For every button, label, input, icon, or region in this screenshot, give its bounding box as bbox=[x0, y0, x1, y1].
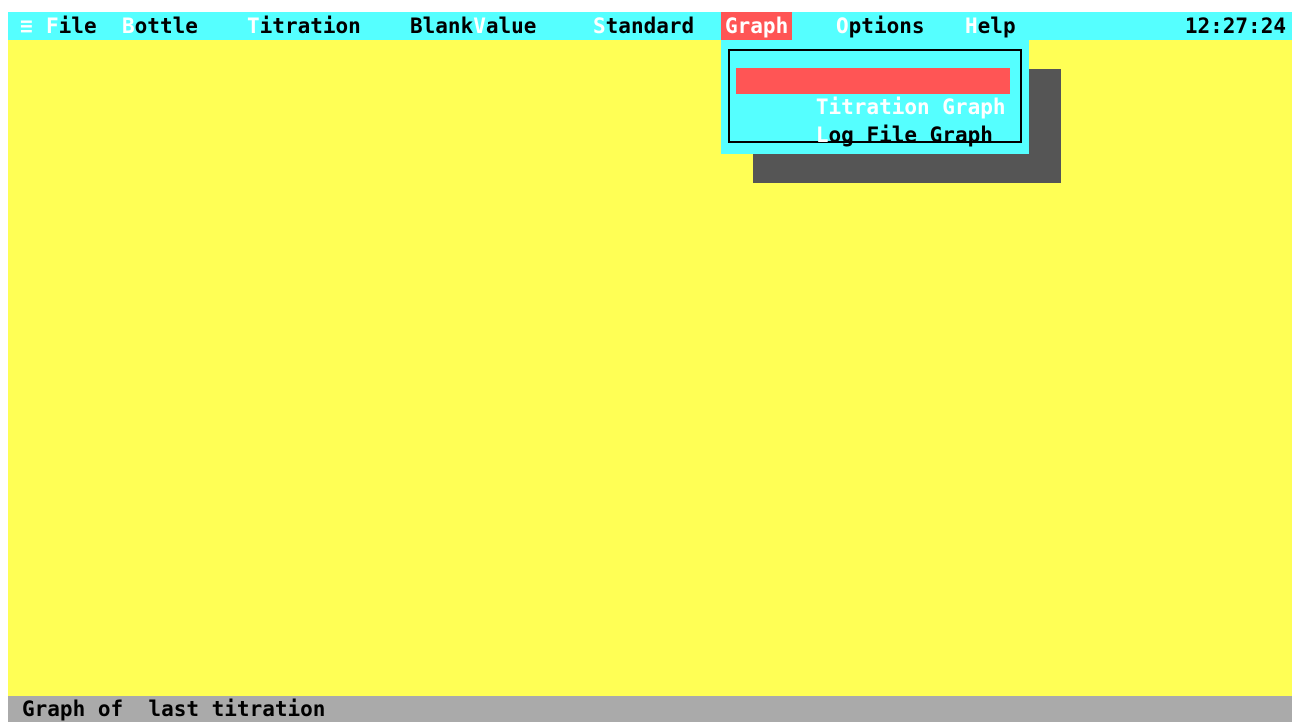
menu-titration[interactable]: Titration bbox=[247, 12, 361, 40]
menu-item-titration-graph[interactable]: Titration Graph bbox=[736, 68, 1010, 119]
clock: 12:27:24 bbox=[1184, 14, 1286, 38]
menu-options[interactable]: Options bbox=[836, 12, 925, 40]
status-bar: Graph of last titration bbox=[8, 696, 1292, 722]
menu-standard[interactable]: Standard bbox=[593, 12, 694, 40]
menu-bar: ≡ File Bottle Titration BlankValue Stand… bbox=[8, 12, 1292, 40]
menu-file[interactable]: File bbox=[46, 12, 97, 40]
desktop: ≡ File Bottle Titration BlankValue Stand… bbox=[8, 12, 1292, 722]
menu-graph[interactable]: Graph bbox=[721, 12, 793, 40]
graph-dropdown-menu: Titration Graph Log File Graph bbox=[721, 40, 1029, 154]
menu-item-log-file-graph[interactable]: Log File Graph bbox=[736, 96, 999, 147]
status-text: Graph of last titration bbox=[22, 697, 326, 721]
menu-blank-value[interactable]: BlankValue bbox=[410, 12, 536, 40]
menu-bottle[interactable]: Bottle bbox=[122, 12, 198, 40]
menu-help[interactable]: Help bbox=[965, 12, 1016, 40]
system-menu-icon[interactable]: ≡ bbox=[20, 12, 33, 40]
